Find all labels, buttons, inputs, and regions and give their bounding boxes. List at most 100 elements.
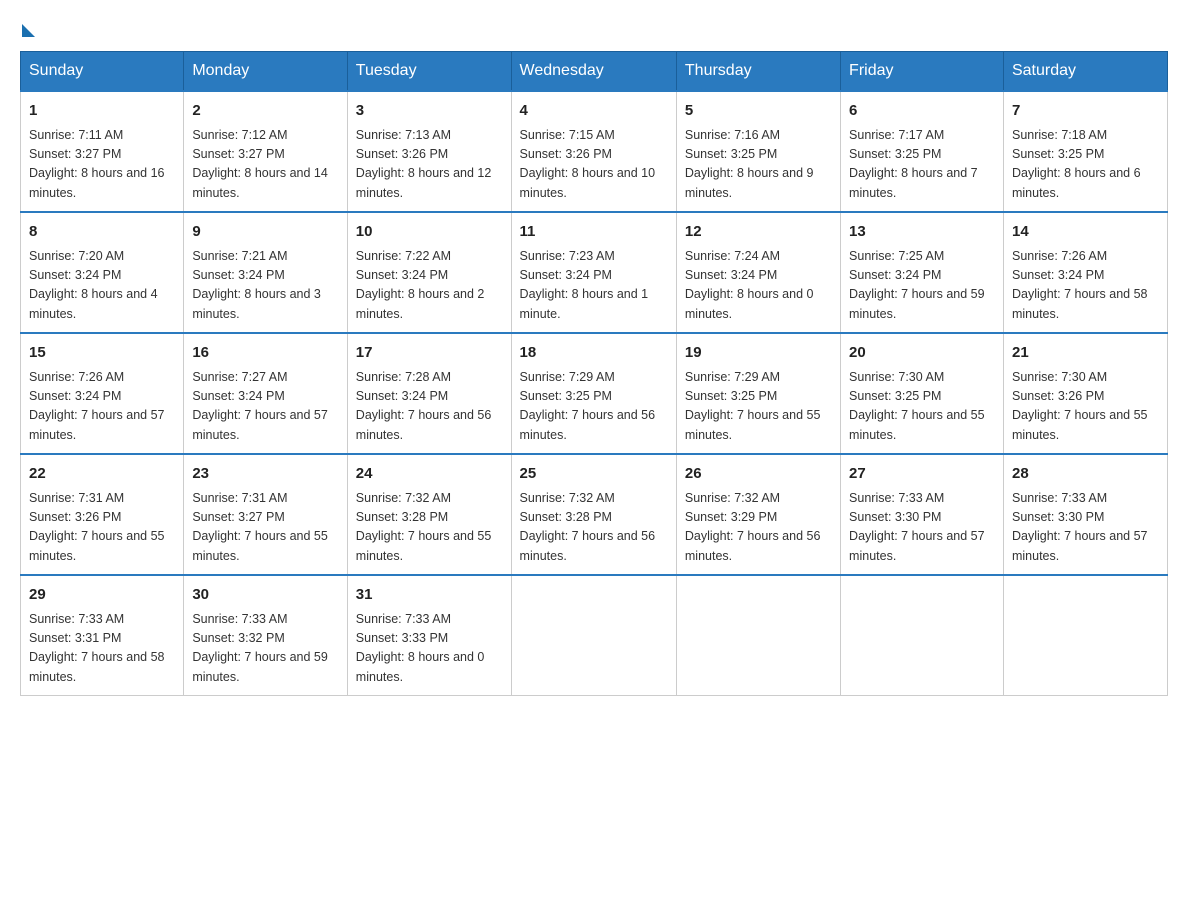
- day-info: Sunrise: 7:27 AMSunset: 3:24 PMDaylight:…: [192, 368, 338, 446]
- calendar-cell: 4Sunrise: 7:15 AMSunset: 3:26 PMDaylight…: [511, 91, 676, 212]
- col-header-saturday: Saturday: [1003, 52, 1167, 92]
- day-info: Sunrise: 7:31 AMSunset: 3:27 PMDaylight:…: [192, 489, 338, 567]
- day-number: 6: [849, 100, 995, 123]
- col-header-thursday: Thursday: [676, 52, 840, 92]
- day-number: 21: [1012, 342, 1159, 365]
- day-info: Sunrise: 7:32 AMSunset: 3:29 PMDaylight:…: [685, 489, 832, 567]
- day-info: Sunrise: 7:29 AMSunset: 3:25 PMDaylight:…: [685, 368, 832, 446]
- calendar-week-row-2: 8 Sunrise: 7:20 AMSunset: 3:24 PMDaylight…: [21, 212, 1168, 333]
- day-number: 10: [356, 221, 503, 244]
- calendar-cell: 19 Sunrise: 7:29 AMSunset: 3:25 PMDayligh…: [676, 333, 840, 454]
- day-info: Sunrise: 7:31 AMSunset: 3:26 PMDaylight:…: [29, 489, 175, 567]
- day-info: Sunrise: 7:12 AMSunset: 3:27 PMDaylight:…: [192, 126, 338, 204]
- day-info: Sunrise: 7:33 AMSunset: 3:30 PMDaylight:…: [1012, 489, 1159, 567]
- day-number: 16: [192, 342, 338, 365]
- day-info: Sunrise: 7:23 AMSunset: 3:24 PMDaylight:…: [520, 247, 668, 325]
- calendar-cell: 20 Sunrise: 7:30 AMSunset: 3:25 PMDayligh…: [841, 333, 1004, 454]
- calendar-cell: 1 Sunrise: 7:11 AMSunset: 3:27 PMDaylight…: [21, 91, 184, 212]
- calendar-cell: 29 Sunrise: 7:33 AMSunset: 3:31 PMDayligh…: [21, 575, 184, 696]
- col-header-monday: Monday: [184, 52, 347, 92]
- day-number: 2: [192, 100, 338, 123]
- day-number: 5: [685, 100, 832, 123]
- day-info: Sunrise: 7:18 AMSunset: 3:25 PMDaylight:…: [1012, 126, 1159, 204]
- day-number: 18: [520, 342, 668, 365]
- calendar-cell: 24 Sunrise: 7:32 AMSunset: 3:28 PMDayligh…: [347, 454, 511, 575]
- day-number: 8: [29, 221, 175, 244]
- day-number: 4: [520, 100, 668, 123]
- day-number: 11: [520, 221, 668, 244]
- day-number: 24: [356, 463, 503, 486]
- day-number: 15: [29, 342, 175, 365]
- calendar-cell: 28 Sunrise: 7:33 AMSunset: 3:30 PMDayligh…: [1003, 454, 1167, 575]
- day-number: 26: [685, 463, 832, 486]
- calendar-week-row-1: 1 Sunrise: 7:11 AMSunset: 3:27 PMDaylight…: [21, 91, 1168, 212]
- calendar-cell: 8 Sunrise: 7:20 AMSunset: 3:24 PMDaylight…: [21, 212, 184, 333]
- day-info: Sunrise: 7:30 AMSunset: 3:26 PMDaylight:…: [1012, 368, 1159, 446]
- day-info: Sunrise: 7:32 AMSunset: 3:28 PMDaylight:…: [356, 489, 503, 567]
- logo: [20, 20, 35, 31]
- col-header-friday: Friday: [841, 52, 1004, 92]
- col-header-sunday: Sunday: [21, 52, 184, 92]
- day-number: 31: [356, 584, 503, 607]
- day-number: 14: [1012, 221, 1159, 244]
- day-info: Sunrise: 7:25 AMSunset: 3:24 PMDaylight:…: [849, 247, 995, 325]
- day-number: 9: [192, 221, 338, 244]
- calendar-cell: [1003, 575, 1167, 696]
- calendar-cell: 25 Sunrise: 7:32 AMSunset: 3:28 PMDayligh…: [511, 454, 676, 575]
- day-info: Sunrise: 7:29 AMSunset: 3:25 PMDaylight:…: [520, 368, 668, 446]
- day-number: 1: [29, 100, 175, 123]
- day-number: 28: [1012, 463, 1159, 486]
- calendar-cell: [676, 575, 840, 696]
- calendar-cell: 10 Sunrise: 7:22 AMSunset: 3:24 PMDayligh…: [347, 212, 511, 333]
- day-number: 13: [849, 221, 995, 244]
- day-info: Sunrise: 7:16 AMSunset: 3:25 PMDaylight:…: [685, 126, 832, 204]
- day-info: Sunrise: 7:21 AMSunset: 3:24 PMDaylight:…: [192, 247, 338, 325]
- day-number: 25: [520, 463, 668, 486]
- page-header: [20, 20, 1168, 31]
- calendar-cell: 6Sunrise: 7:17 AMSunset: 3:25 PMDaylight…: [841, 91, 1004, 212]
- calendar-cell: 14 Sunrise: 7:26 AMSunset: 3:24 PMDayligh…: [1003, 212, 1167, 333]
- calendar-week-row-3: 15 Sunrise: 7:26 AMSunset: 3:24 PMDayligh…: [21, 333, 1168, 454]
- day-info: Sunrise: 7:22 AMSunset: 3:24 PMDaylight:…: [356, 247, 503, 325]
- day-number: 19: [685, 342, 832, 365]
- day-info: Sunrise: 7:33 AMSunset: 3:32 PMDaylight:…: [192, 610, 338, 688]
- calendar-cell: 27 Sunrise: 7:33 AMSunset: 3:30 PMDayligh…: [841, 454, 1004, 575]
- day-info: Sunrise: 7:26 AMSunset: 3:24 PMDaylight:…: [1012, 247, 1159, 325]
- day-info: Sunrise: 7:33 AMSunset: 3:31 PMDaylight:…: [29, 610, 175, 688]
- calendar-cell: 9 Sunrise: 7:21 AMSunset: 3:24 PMDaylight…: [184, 212, 347, 333]
- calendar-cell: 12Sunrise: 7:24 AMSunset: 3:24 PMDayligh…: [676, 212, 840, 333]
- day-number: 29: [29, 584, 175, 607]
- day-number: 20: [849, 342, 995, 365]
- day-info: Sunrise: 7:32 AMSunset: 3:28 PMDaylight:…: [520, 489, 668, 567]
- calendar-cell: 30 Sunrise: 7:33 AMSunset: 3:32 PMDayligh…: [184, 575, 347, 696]
- calendar-cell: 23 Sunrise: 7:31 AMSunset: 3:27 PMDayligh…: [184, 454, 347, 575]
- day-info: Sunrise: 7:33 AMSunset: 3:30 PMDaylight:…: [849, 489, 995, 567]
- day-number: 23: [192, 463, 338, 486]
- calendar-cell: 3 Sunrise: 7:13 AMSunset: 3:26 PMDaylight…: [347, 91, 511, 212]
- calendar-cell: 2 Sunrise: 7:12 AMSunset: 3:27 PMDaylight…: [184, 91, 347, 212]
- day-number: 22: [29, 463, 175, 486]
- calendar-cell: 18 Sunrise: 7:29 AMSunset: 3:25 PMDayligh…: [511, 333, 676, 454]
- day-number: 7: [1012, 100, 1159, 123]
- calendar-cell: 5 Sunrise: 7:16 AMSunset: 3:25 PMDaylight…: [676, 91, 840, 212]
- calendar-week-row-5: 29 Sunrise: 7:33 AMSunset: 3:31 PMDayligh…: [21, 575, 1168, 696]
- day-number: 3: [356, 100, 503, 123]
- logo-arrow-icon: [22, 24, 35, 37]
- calendar-cell: 31Sunrise: 7:33 AMSunset: 3:33 PMDayligh…: [347, 575, 511, 696]
- day-number: 17: [356, 342, 503, 365]
- day-info: Sunrise: 7:13 AMSunset: 3:26 PMDaylight:…: [356, 126, 503, 204]
- day-info: Sunrise: 7:20 AMSunset: 3:24 PMDaylight:…: [29, 247, 175, 325]
- calendar-cell: [511, 575, 676, 696]
- day-info: Sunrise: 7:30 AMSunset: 3:25 PMDaylight:…: [849, 368, 995, 446]
- calendar-table: SundayMondayTuesdayWednesdayThursdayFrid…: [20, 51, 1168, 696]
- calendar-cell: 15 Sunrise: 7:26 AMSunset: 3:24 PMDayligh…: [21, 333, 184, 454]
- day-number: 27: [849, 463, 995, 486]
- day-info: Sunrise: 7:11 AMSunset: 3:27 PMDaylight:…: [29, 126, 175, 204]
- calendar-cell: 26 Sunrise: 7:32 AMSunset: 3:29 PMDayligh…: [676, 454, 840, 575]
- day-info: Sunrise: 7:26 AMSunset: 3:24 PMDaylight:…: [29, 368, 175, 446]
- calendar-cell: [841, 575, 1004, 696]
- col-header-wednesday: Wednesday: [511, 52, 676, 92]
- col-header-tuesday: Tuesday: [347, 52, 511, 92]
- calendar-cell: 16 Sunrise: 7:27 AMSunset: 3:24 PMDayligh…: [184, 333, 347, 454]
- day-number: 30: [192, 584, 338, 607]
